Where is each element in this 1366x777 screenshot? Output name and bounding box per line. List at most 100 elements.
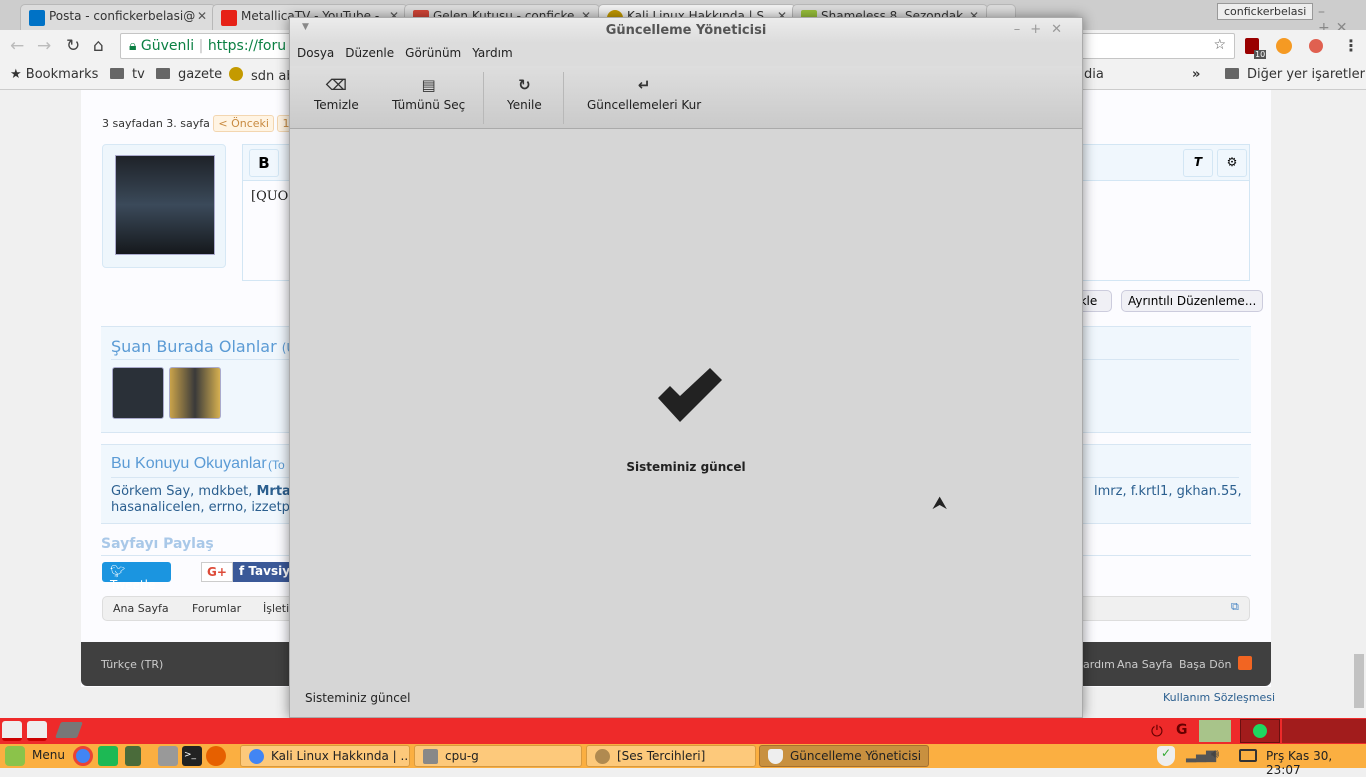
scrollbar-thumb[interactable] bbox=[1354, 654, 1364, 708]
bookmark-label: gazete bbox=[178, 67, 223, 82]
forward-icon[interactable]: → bbox=[37, 36, 51, 56]
speaker-icon bbox=[595, 749, 610, 764]
google-plus-button[interactable]: G+ bbox=[201, 562, 233, 582]
facebook-recommend-button[interactable]: f Tavsiy bbox=[233, 562, 293, 582]
task-update-manager[interactable]: Güncelleme Yöneticisi bbox=[759, 745, 929, 767]
advanced-edit-button[interactable]: Ayrıntılı Düzenleme... bbox=[1121, 290, 1264, 312]
button-label: Tümünü Seç bbox=[392, 98, 466, 112]
window-menu-icon[interactable]: ▼ bbox=[302, 22, 309, 32]
footer-help-link[interactable]: ardım bbox=[1083, 658, 1115, 671]
folder-icon bbox=[156, 68, 170, 79]
menu-file[interactable]: Dosya bbox=[297, 46, 334, 60]
firefox-icon[interactable] bbox=[206, 746, 226, 766]
terms-link[interactable]: Kullanım Sözleşmesi bbox=[1163, 691, 1275, 704]
install-updates-button[interactable]: ↵ Güncellemeleri Kur bbox=[587, 76, 701, 112]
refresh-button[interactable]: ↻ Yenile bbox=[507, 76, 542, 112]
files-icon[interactable] bbox=[125, 746, 141, 766]
reader-links[interactable]: hasanalicelen, errno, izzetpasa bbox=[111, 500, 313, 515]
online-user-avatar[interactable] bbox=[112, 367, 164, 419]
terminal-icon[interactable]: >_ bbox=[182, 746, 202, 766]
task-chrome[interactable]: Kali Linux Hakkında | ... bbox=[240, 745, 410, 767]
prev-page-button[interactable]: < Önceki bbox=[213, 115, 274, 132]
readers-title-text: Bu Konuyu Okuyanlar bbox=[111, 455, 267, 472]
task-sound-prefs[interactable]: [Ses Tercihleri] bbox=[586, 745, 756, 767]
install-icon: ↵ bbox=[637, 76, 651, 94]
cpu-chip-icon[interactable] bbox=[55, 722, 83, 738]
mint-logo-icon bbox=[5, 746, 25, 766]
task-label: Güncelleme Yöneticisi bbox=[790, 749, 922, 763]
fb-label: Tavsiy bbox=[248, 564, 291, 578]
footer-home-link[interactable]: Ana Sayfa bbox=[1117, 658, 1173, 671]
back-icon[interactable]: ← bbox=[10, 36, 24, 56]
button-label: Temizle bbox=[314, 98, 359, 112]
reader-links[interactable]: lmrz, f.krtl1, gkhan.55, bbox=[1094, 484, 1242, 499]
update-shield-icon[interactable]: ✓ bbox=[1157, 746, 1175, 766]
language-selector[interactable]: Türkçe (TR) bbox=[101, 658, 163, 671]
menu-button[interactable]: Menu bbox=[32, 748, 65, 762]
home-icon[interactable]: ⌂ bbox=[93, 36, 104, 56]
menu-help[interactable]: Yardım bbox=[472, 46, 512, 60]
menu-view[interactable]: Görünüm bbox=[405, 46, 461, 60]
taskbar: Menu >_ Kali Linux Hakkında | ... cpu-g … bbox=[0, 744, 1366, 777]
rss-icon[interactable] bbox=[1238, 656, 1252, 670]
menu-dots-icon[interactable]: ⋮ bbox=[1343, 36, 1359, 55]
avatar[interactable] bbox=[115, 155, 215, 255]
reload-icon[interactable]: ↻ bbox=[66, 36, 80, 56]
bold-button[interactable]: B bbox=[249, 149, 279, 177]
secure-label: Güvenli bbox=[140, 38, 195, 54]
close-icon[interactable]: ✕ bbox=[197, 9, 207, 23]
window-title: Güncelleme Yöneticisi bbox=[605, 23, 767, 38]
titlebar[interactable]: ▼ Güncelleme Yöneticisi –+✕ bbox=[290, 18, 1082, 43]
refresh-icon: ↻ bbox=[518, 76, 531, 94]
volume-icon[interactable]: 🔊︎ bbox=[1211, 747, 1219, 762]
page-scrollbar[interactable] bbox=[1352, 90, 1366, 718]
remove-format-icon[interactable]: T bbox=[1183, 149, 1213, 177]
breadcrumb-forums[interactable]: Forumlar bbox=[192, 602, 241, 615]
online-title-text: Şuan Burada Olanlar bbox=[111, 337, 277, 356]
select-all-button[interactable]: ▤ Tümünü Seç bbox=[392, 76, 465, 112]
cpu-chip-icon bbox=[423, 749, 438, 764]
system-monitor-icon[interactable] bbox=[158, 746, 178, 766]
menu-edit[interactable]: Düzenle bbox=[345, 46, 394, 60]
logout-icon[interactable]: G bbox=[1176, 722, 1188, 738]
bookmark-bookmarks[interactable]: ★ Bookmarks bbox=[10, 67, 98, 82]
more-bookmarks-icon[interactable]: » bbox=[1192, 67, 1200, 82]
spotify-icon[interactable] bbox=[98, 746, 118, 766]
bookmark-gazete[interactable]: gazete bbox=[156, 67, 222, 82]
other-bookmarks[interactable]: Diğer yer işaretleri bbox=[1225, 67, 1366, 82]
bookmark-dia[interactable]: dia bbox=[1084, 67, 1104, 82]
usb-drive-icon[interactable] bbox=[27, 721, 47, 741]
tab-posta[interactable]: Posta - confickerbelasi@ ✕ bbox=[20, 4, 216, 30]
tab-title: Posta - confickerbelasi@ bbox=[49, 9, 196, 23]
shield-icon[interactable] bbox=[1199, 720, 1231, 742]
task-cpu-g[interactable]: cpu-g bbox=[414, 745, 582, 767]
jump-icon[interactable]: ⧉ bbox=[1231, 600, 1239, 614]
profile-button[interactable]: confickerbelasi bbox=[1217, 3, 1314, 20]
clear-icon: ⌫ bbox=[325, 76, 347, 94]
source-mode-icon[interactable]: ⚙ bbox=[1217, 149, 1247, 177]
workspace[interactable] bbox=[1282, 719, 1366, 743]
clear-button[interactable]: ⌫ Temizle bbox=[314, 76, 359, 112]
extension-icon[interactable] bbox=[1309, 39, 1323, 53]
reader-links[interactable]: Görkem Say, mdkbet, bbox=[111, 484, 256, 499]
star-icon[interactable]: ☆ bbox=[1213, 37, 1226, 53]
bookmark-sdn[interactable]: sdn ab bbox=[229, 67, 295, 84]
tweet-button[interactable]: 🐦︎ Tweetle bbox=[102, 562, 171, 592]
extension-icon[interactable] bbox=[1276, 38, 1292, 54]
mouse-cursor: ⮝ bbox=[932, 493, 948, 514]
battery-icon[interactable] bbox=[1239, 749, 1257, 762]
window-controls[interactable]: –+✕ bbox=[1014, 22, 1072, 37]
power-icon[interactable]: ⏻ bbox=[1151, 722, 1163, 740]
dialog-toolbar: ⌫ Temizle ▤ Tümünü Seç ↻ Yenile ↵ Güncelleme… bbox=[290, 66, 1082, 129]
clock[interactable]: Prş Kas 30, 23:07 bbox=[1266, 749, 1366, 777]
bookmark-tv[interactable]: tv bbox=[110, 67, 145, 82]
chrome-icon[interactable] bbox=[73, 746, 93, 766]
readers-subtitle: (To bbox=[268, 458, 285, 472]
spotify-workspace[interactable] bbox=[1240, 719, 1280, 743]
breadcrumb-home[interactable]: Ana Sayfa bbox=[113, 602, 169, 615]
footer-top-link[interactable]: Başa Dön bbox=[1179, 658, 1231, 671]
shield-icon bbox=[768, 749, 783, 764]
task-label: cpu-g bbox=[445, 749, 479, 763]
online-user-avatar[interactable] bbox=[169, 367, 221, 419]
usb-drive-icon[interactable] bbox=[2, 721, 22, 741]
